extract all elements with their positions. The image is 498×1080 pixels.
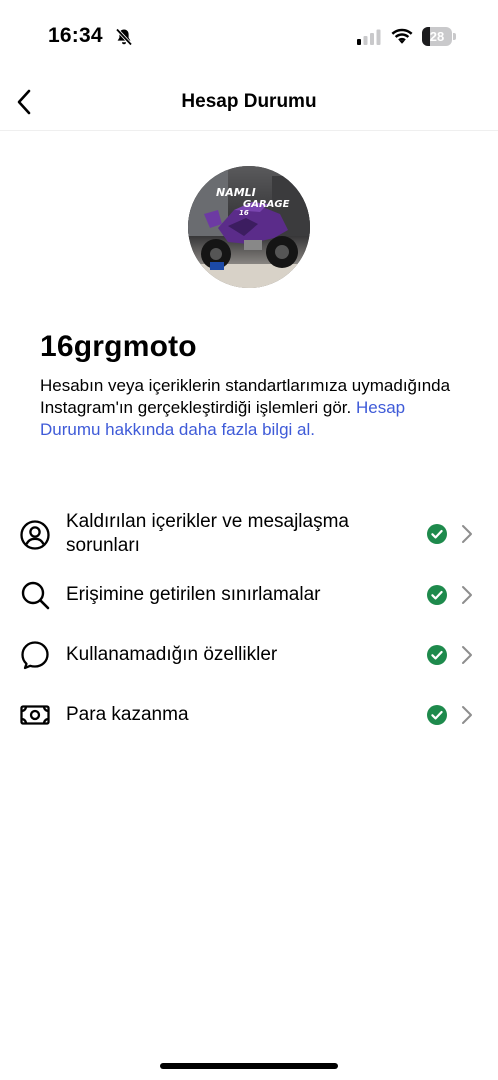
battery-indicator: 28 (422, 27, 456, 46)
motorcycle-photo: NAMLI GARAGE 16 (188, 166, 310, 288)
status-bar: 16:34 28 (0, 0, 498, 74)
check-circle-icon (427, 585, 447, 605)
list-item-label: Kullanamadığın özellikler (66, 644, 278, 665)
search-icon (18, 578, 52, 612)
profile-avatar: NAMLI GARAGE 16 (188, 166, 310, 288)
chevron-right-icon (462, 646, 472, 664)
check-circle-icon (427, 524, 447, 544)
avatar-text-line2: GARAGE (243, 199, 290, 210)
money-icon (18, 698, 52, 732)
list-item-monetization[interactable]: Para kazanma (0, 685, 498, 745)
list-item-label: Erişimine getirilen sınırlamalar (66, 584, 321, 605)
avatar-text-line3: 16 (239, 209, 249, 217)
person-circle-icon (18, 518, 52, 552)
list-item-label: Para kazanma (66, 704, 189, 725)
navigation-header: Hesap Durumu (0, 74, 498, 131)
list-item-removed-content[interactable]: Kaldırılan içerikler ve mesajlaşma sorun… (0, 504, 498, 564)
chevron-right-icon (462, 525, 472, 543)
status-time: 16:34 (48, 24, 103, 47)
username: 16grgmoto (40, 330, 197, 363)
list-item-label: Kaldırılan içerikler ve mesajlaşma sorun… (66, 511, 349, 556)
chevron-right-icon (462, 586, 472, 604)
wifi-icon (391, 28, 413, 44)
status-list: Kaldırılan içerikler ve mesajlaşma sorun… (0, 504, 498, 745)
speech-bubble-icon (18, 638, 52, 672)
bell-muted-icon (115, 28, 133, 46)
home-indicator[interactable] (160, 1063, 338, 1069)
check-circle-icon (427, 705, 447, 725)
check-circle-icon (427, 645, 447, 665)
chevron-right-icon (462, 706, 472, 724)
cellular-signal-icon (357, 29, 381, 45)
account-status-description: Hesabın veya içeriklerin standartlarımız… (40, 375, 470, 441)
list-item-unavailable-features[interactable]: Kullanamadığın özellikler (0, 625, 498, 685)
page-title: Hesap Durumu (181, 91, 317, 112)
list-item-restrictions[interactable]: Erişimine getirilen sınırlamalar (0, 565, 498, 625)
avatar-text-line1: NAMLI (216, 186, 256, 199)
battery-percentage: 28 (429, 29, 445, 44)
